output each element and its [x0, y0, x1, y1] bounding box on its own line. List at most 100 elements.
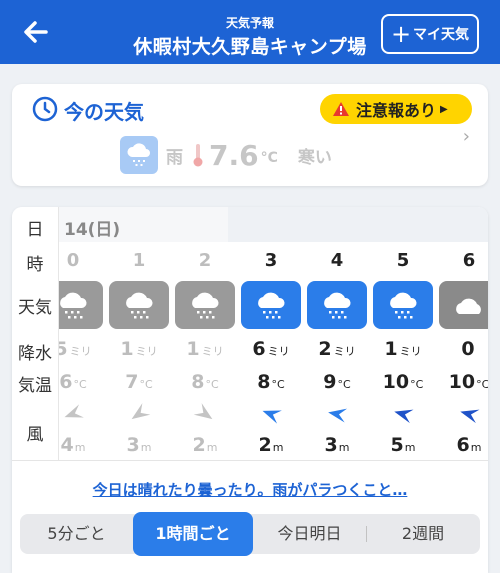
row-label-wind: 風	[26, 425, 44, 445]
temperature-value: 10°C	[436, 371, 488, 393]
wind-number: 2	[258, 434, 272, 456]
wind-arrow-icon	[58, 403, 106, 425]
temperature-value: 9°C	[304, 371, 370, 393]
alert-label: 注意報あり	[356, 101, 437, 120]
wind-unit: m	[272, 441, 284, 454]
hour-column: 2 1 ミリ 8°C 2m	[172, 207, 238, 460]
temp-unit: °C	[337, 378, 351, 391]
row-label-weather: 天気	[18, 298, 52, 318]
temp-unit: °C	[476, 378, 488, 391]
precip-number: 1	[384, 338, 398, 360]
precip-number: 0	[461, 338, 475, 360]
hour-column: 3 6 ミリ 8°C 2m	[238, 207, 304, 460]
alert-badge[interactable]: 注意報あり ▶	[320, 94, 472, 124]
temp-unit: °C	[73, 378, 87, 391]
current-weather-card[interactable]: 今の天気 注意報あり ▶ 雨 7.6 °C 寒い ›	[12, 84, 488, 186]
wind-speed-value: 6m	[436, 434, 488, 456]
rain-icon	[241, 281, 301, 329]
hour-label: 5	[396, 250, 410, 271]
wind-number: 3	[126, 434, 140, 456]
wind-speed-value: 3m	[106, 434, 172, 456]
hour-column: 6 0 10°C 6m	[436, 207, 488, 460]
row-label-temp: 気温	[18, 376, 52, 396]
chevron-right-icon: ›	[462, 126, 470, 147]
temp-number: 6	[59, 371, 73, 393]
wind-arrow-icon	[238, 403, 304, 425]
rain-icon	[373, 281, 433, 329]
hourly-forecast-table: 14(日) 0 5 ミリ 6°C 4m 1 1 ミリ 7°C 3m 2 1 ミリ 8°C 2m 3 6 ミリ 8°C…	[12, 207, 488, 573]
rain-icon	[120, 136, 158, 174]
wind-number: 4	[60, 434, 74, 456]
precip-value: 1 ミリ	[370, 338, 436, 360]
row-labels: 日 時 天気 降水 気温 風	[12, 207, 59, 460]
wind-number: 6	[456, 434, 470, 456]
hour-label: 1	[132, 250, 146, 271]
my-weather-label: マイ天気	[413, 27, 470, 43]
interval-tabs: 5分ごと 1時間ごと 今日明日 2週間	[20, 512, 480, 556]
wind-unit: m	[470, 441, 482, 454]
rain-icon	[109, 281, 169, 329]
triangle-right-icon: ▶	[440, 103, 448, 115]
hour-column: 1 1 ミリ 7°C 3m	[106, 207, 172, 460]
temperature-value: 6°C	[58, 371, 106, 393]
rain-icon	[307, 281, 367, 329]
wind-unit: m	[338, 441, 350, 454]
temp-unit: °C	[139, 378, 153, 391]
wind-arrow-icon	[172, 403, 238, 425]
wind-unit: m	[140, 441, 152, 454]
precip-number: 6	[252, 338, 266, 360]
wind-arrow-icon	[370, 403, 436, 425]
temp-number: 8	[257, 371, 271, 393]
wind-unit: m	[206, 441, 218, 454]
rain-icon	[58, 281, 103, 329]
current-condition: 雨	[166, 147, 183, 168]
hour-column: 5 1 ミリ 10°C 5m	[370, 207, 436, 460]
temperature-value: 10°C	[370, 371, 436, 393]
temperature-value: 8°C	[172, 371, 238, 393]
current-weather-row: 雨 7.6 °C 寒い	[120, 136, 332, 174]
precip-value: 1 ミリ	[172, 338, 238, 360]
precip-unit: ミリ	[135, 345, 158, 358]
row-label-day: 日	[26, 220, 44, 240]
temperature-value: 8°C	[238, 371, 304, 393]
forecast-summary-link[interactable]: 今日は晴れたり曇ったり。雨がパラつくこと…	[12, 479, 488, 500]
precip-value: 6 ミリ	[238, 338, 304, 360]
precip-number: 2	[318, 338, 332, 360]
wind-speed-value: 5m	[370, 434, 436, 456]
tab-divider	[366, 526, 367, 542]
temperature-value: 7°C	[106, 371, 172, 393]
precip-number: 5	[58, 338, 68, 360]
temp-number: 7	[125, 371, 139, 393]
add-my-weather-button[interactable]: + マイ天気	[381, 14, 479, 54]
hour-label: 0	[66, 250, 80, 271]
clock-icon	[32, 96, 58, 122]
wind-speed-value: 2m	[172, 434, 238, 456]
wind-arrow-icon	[436, 403, 488, 425]
precip-unit: ミリ	[201, 345, 224, 358]
precip-unit: ミリ	[333, 345, 356, 358]
tab-3[interactable]: 今日明日	[253, 514, 366, 554]
precip-value: 0	[436, 338, 488, 360]
temp-number: 10	[382, 371, 410, 393]
current-temperature: 7.6	[209, 138, 259, 172]
tab-4[interactable]: 2週間	[366, 514, 480, 554]
wind-unit: m	[404, 441, 416, 454]
tab-2[interactable]: 1時間ごと	[133, 512, 253, 556]
wind-arrow-icon	[304, 403, 370, 425]
warning-icon	[333, 102, 349, 116]
plus-icon: +	[390, 20, 412, 48]
wind-number: 3	[324, 434, 338, 456]
wind-speed-value: 4m	[58, 434, 106, 456]
temp-number: 9	[323, 371, 337, 393]
hour-columns[interactable]: 0 5 ミリ 6°C 4m 1 1 ミリ 7°C 3m 2 1 ミリ 8°C 2m 3 6 ミリ 8°C 2m 4 2 ミリ…	[58, 207, 488, 460]
wind-number: 2	[192, 434, 206, 456]
temp-unit: °C	[205, 378, 219, 391]
precip-unit: ミリ	[267, 345, 290, 358]
feels-like: 寒い	[297, 147, 332, 168]
current-weather-title: 今の天気	[64, 100, 144, 124]
wind-number: 5	[390, 434, 404, 456]
tab-1[interactable]: 5分ごと	[20, 514, 133, 554]
hour-column: 4 2 ミリ 9°C 3m	[304, 207, 370, 460]
cloud-icon	[439, 281, 488, 329]
temp-unit: °C	[271, 378, 285, 391]
